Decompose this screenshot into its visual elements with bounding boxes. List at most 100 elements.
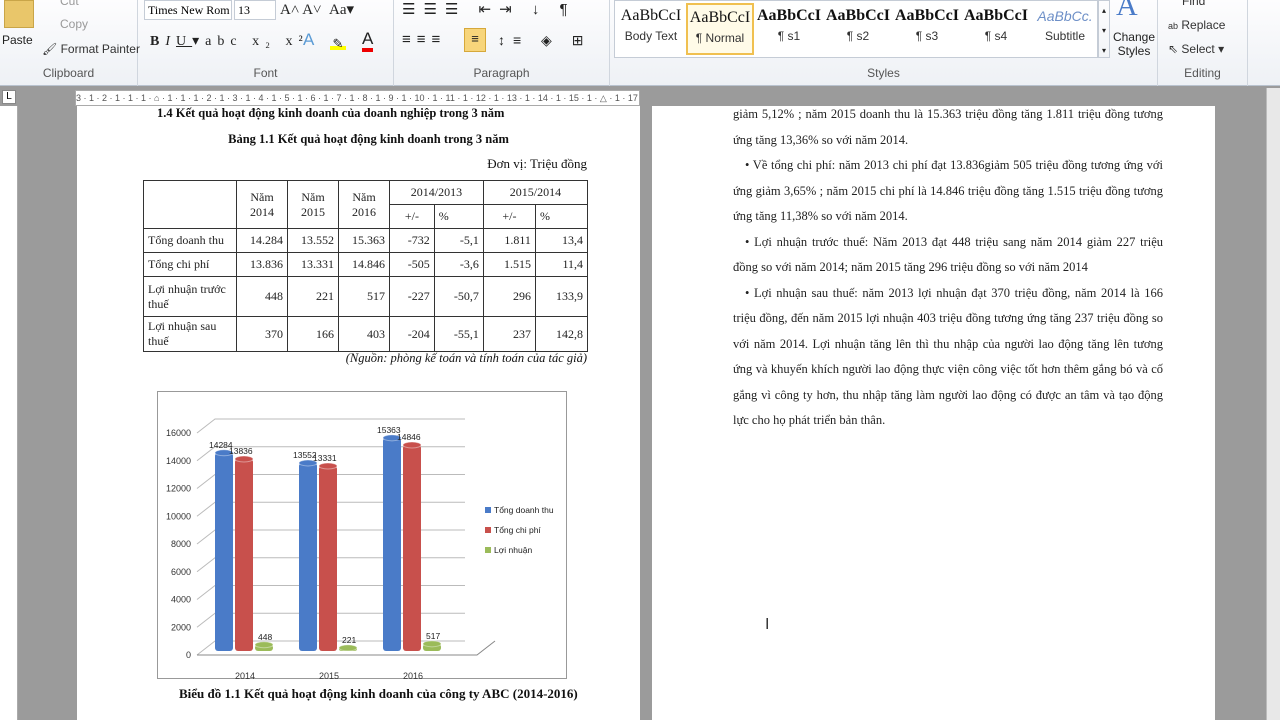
style-name: ¶ s3	[915, 29, 939, 43]
style-preview: AaBbCc.	[1037, 8, 1093, 24]
table-cell: -55,1	[433, 316, 484, 352]
row-label: Lợi nhuận sau thuế	[143, 316, 237, 352]
font-group: Times New Rom 13 A˄ A˅ Aa▾ BIU▾abc x₂ x²…	[138, 0, 394, 86]
y-tick-label: 0	[186, 650, 191, 660]
style-preview: AaBbCcI	[689, 9, 751, 26]
table-cell: 14.846	[338, 252, 390, 277]
replace-button[interactable]: ab Replace	[1168, 18, 1225, 32]
style-s3[interactable]: AaBbCcI ¶ s3	[893, 3, 961, 55]
align-buttons-icon[interactable]: ≡≡≡	[402, 30, 446, 50]
bar-top	[402, 441, 422, 449]
style-body-text[interactable]: AaBbCcI Body Text	[617, 3, 685, 55]
table-cell: 133,9	[534, 276, 589, 317]
paste-button[interactable]: Paste	[2, 30, 33, 50]
bar-top	[338, 644, 358, 652]
editing-label: Editing	[1184, 66, 1221, 80]
row-label: Lợi nhuận trước thuế	[143, 276, 237, 317]
paragraph: • Lợi nhuận sau thuế: năm 2013 lợi nhuận…	[733, 285, 1163, 428]
legend-swatch	[485, 527, 491, 533]
bar-top	[422, 640, 442, 648]
highlight-icon[interactable]: ✎	[330, 34, 346, 51]
styles-scroll[interactable]: ▴ ▾ ▾	[1098, 0, 1110, 58]
data-label: 221	[342, 635, 356, 645]
font-family-select[interactable]: Times New Rom	[144, 0, 232, 20]
vertical-ruler[interactable]	[0, 106, 18, 720]
text-format-buttons[interactable]: BIU▾abc x₂ x²	[150, 32, 309, 52]
header-cell: Năm 2014	[236, 180, 288, 229]
table-cell: -204	[389, 316, 435, 352]
legend-label: Lợi nhuận	[494, 545, 532, 555]
find-button[interactable]: Find	[1182, 0, 1205, 8]
table-cell: 1.811	[482, 228, 536, 253]
table-cell: 11,4	[534, 252, 589, 277]
style-preview: AaBbCcI	[620, 7, 682, 24]
y-tick-label: 16000	[166, 428, 191, 438]
y-tick-label: 12000	[166, 484, 191, 494]
style-subtitle[interactable]: AaBbCc. Subtitle	[1031, 3, 1099, 55]
change-styles-icon: A	[1116, 0, 1138, 22]
subheader-cell: %	[534, 204, 589, 229]
paste-icon[interactable]	[4, 0, 34, 28]
cut-button[interactable]: Cut	[60, 0, 79, 8]
table-cell: 221	[287, 276, 339, 317]
page-right: giảm 5,12% ; năm 2015 doanh thu là 15.36…	[652, 106, 1215, 720]
row-label: Tổng chi phí	[143, 252, 237, 277]
text-cursor-icon: I	[765, 616, 770, 633]
clipboard-label: Clipboard	[42, 66, 95, 80]
table-cell: 237	[482, 316, 536, 352]
style-preview: AaBbCcI	[963, 7, 1028, 24]
styles-gallery: AaBbCcI Body Text AaBbCcI ¶ Normal AaBbCcI…	[614, 0, 1098, 58]
bar-top	[234, 455, 254, 463]
style-s2[interactable]: AaBbCcI ¶ s2	[824, 3, 892, 55]
paragraph-group: ☰☰☰ ⇤⇥ ↓ ¶ ≡≡≡ ≡ ↕≡ ◈ ⊞ Paragraph	[394, 0, 610, 86]
paragraph: giảm 5,12% ; năm 2015 doanh thu là 15.36…	[733, 107, 1163, 147]
list-buttons-icon[interactable]: ☰☰☰ ⇤⇥ ↓ ¶	[402, 0, 576, 20]
header-empty	[143, 180, 237, 229]
tab-selector[interactable]: L	[2, 90, 16, 104]
y-tick-label: 2000	[171, 622, 191, 632]
justify-icon[interactable]: ≡	[464, 28, 486, 52]
chart[interactable]: 0 2000 4000 6000 8000 10000 12000 14000 16000 201…	[157, 391, 567, 679]
copy-button[interactable]: Copy	[60, 17, 88, 31]
table-cell: -5,1	[433, 228, 484, 253]
vertical-scrollbar[interactable]	[1266, 88, 1280, 720]
paragraph: • Về tổng chi phí: năm 2013 chi phí đạt …	[733, 158, 1163, 223]
bar	[403, 445, 421, 651]
table-cell: 142,8	[534, 316, 589, 352]
grow-shrink-font-icon[interactable]: A˄ A˅ Aa▾	[280, 0, 354, 20]
y-tick-label: 14000	[166, 456, 191, 466]
table-cell: 296	[482, 276, 536, 317]
cursor-icon: ⇖	[1168, 42, 1179, 56]
header-cell: 2015/2014	[482, 180, 589, 205]
legend-label: Tổng doanh thu	[494, 505, 554, 515]
y-tick-label: 4000	[171, 595, 191, 605]
row-label: Tổng doanh thu	[143, 228, 237, 253]
x-tick-label: 2014	[235, 671, 255, 679]
format-painter-label: Format Painter	[60, 42, 140, 56]
data-label: 14846	[397, 432, 421, 442]
ribbon: Paste Cut Copy 🖌 Format Painter Clipboar…	[0, 0, 1280, 86]
replace-label: Replace	[1181, 18, 1226, 32]
text-effects-icon[interactable]: A	[303, 30, 314, 50]
select-button[interactable]: ⇖ Select ▾	[1168, 42, 1224, 56]
y-tick-label: 10000	[166, 511, 191, 521]
style-s1[interactable]: AaBbCcI ¶ s1	[755, 3, 823, 55]
font-size-select[interactable]: 13	[234, 0, 276, 20]
style-preview: AaBbCcI	[825, 7, 890, 24]
horizontal-ruler[interactable]: 3 · 1 · 2 · 1 · 1 · 1 · ⌂ · 1 · 1 · 1 · …	[75, 90, 640, 106]
format-painter-button[interactable]: 🖌 Format Painter	[42, 42, 140, 56]
font-color-icon[interactable]: A	[362, 30, 374, 52]
page-left: 1.4 Kết quả hoạt động kinh doanh của doa…	[77, 106, 640, 720]
header-cell: 2014/2013	[389, 180, 484, 205]
bar	[319, 466, 337, 651]
table-cell: 13.836	[236, 252, 288, 277]
change-styles-button[interactable]: Change Styles	[1112, 30, 1156, 58]
style-name: Subtitle	[1044, 29, 1086, 43]
data-label: 448	[258, 632, 272, 642]
subheader-cell: +/-	[482, 204, 536, 229]
spacing-shading-borders-icon[interactable]: ↕≡ ◈ ⊞	[498, 30, 591, 50]
table-row: Tổng chi phí 13.836 13.331 14.846 -505 -3,6 1.…	[143, 252, 589, 277]
style-s4[interactable]: AaBbCcI ¶ s4	[962, 3, 1030, 55]
table-source: (Nguồn: phòng kế toán và tính toán của t…	[345, 351, 587, 365]
style-normal[interactable]: AaBbCcI ¶ Normal	[686, 3, 754, 55]
